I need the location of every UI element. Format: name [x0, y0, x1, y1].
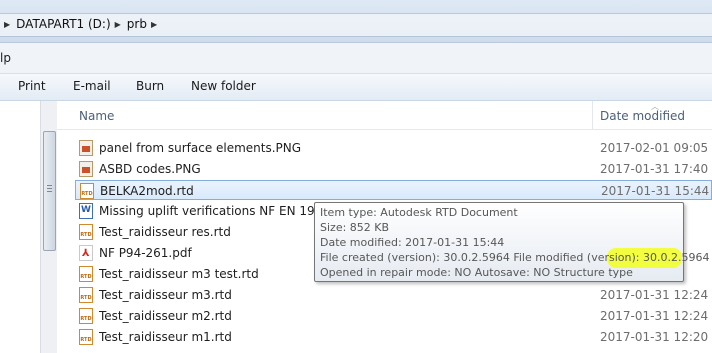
- grip-line: [47, 188, 52, 189]
- file-row[interactable]: RTD Test_raidisseur m1.rtd 2017-01-31 12:2…: [75, 327, 712, 347]
- file-date-modified: 2017-01-31 12:24: [600, 309, 709, 323]
- word-document-icon: W: [79, 203, 93, 219]
- rtd-file-icon: RTD: [79, 329, 93, 345]
- breadcrumb-folder[interactable]: prb: [127, 17, 147, 31]
- print-button[interactable]: Print: [18, 79, 46, 93]
- file-name: panel from surface elements.PNG: [99, 141, 302, 155]
- rtd-file-icon: RTD: [79, 308, 93, 324]
- burn-button[interactable]: Burn: [136, 79, 164, 93]
- rtd-file-icon: RTD: [79, 266, 93, 282]
- grip-line: [47, 191, 52, 192]
- tooltip-item-type: Item type: Autodesk RTD Document: [320, 206, 518, 219]
- breadcrumb-drive[interactable]: DATAPART1 (D:): [16, 17, 110, 31]
- tooltip-repair-mode: Opened in repair mode: NO Autosave: NO S…: [320, 266, 633, 279]
- file-name: NF P94-261.pdf: [99, 246, 192, 260]
- file-name: BELKA2mod.rtd: [100, 184, 194, 198]
- breadcrumb: ▶ DATAPART1 (D:) ▶ prb ▶: [0, 13, 163, 35]
- pdf-file-icon: ⅄: [79, 245, 93, 261]
- file-name: Test_raidisseur m1.rtd: [99, 330, 232, 344]
- column-date-modified[interactable]: Date modified: [600, 109, 685, 123]
- tooltip-versions: File created (version): 30.0.2.5964 File…: [320, 251, 710, 264]
- toolbar: Print E-mail Burn New folder: [0, 74, 712, 101]
- column-divider[interactable]: [592, 101, 593, 129]
- tooltip-date-modified: Date modified: 2017-01-31 15:44: [320, 236, 505, 249]
- file-date-modified: 2017-01-31 12:20: [600, 330, 709, 344]
- file-row[interactable]: RTD Test_raidisseur m3.rtd 2017-01-31 12:2…: [75, 285, 712, 305]
- file-date-modified: 2017-01-31 17:40: [600, 162, 709, 176]
- file-name: Test_raidisseur m3.rtd: [99, 288, 232, 302]
- rtd-file-icon: RTD: [79, 287, 93, 303]
- column-header: Name ︿ Date modified: [57, 101, 712, 130]
- png-image-icon: [79, 161, 93, 177]
- menu-item-help[interactable]: lp: [0, 51, 11, 65]
- file-date-modified: 2017-01-31 12:24: [600, 288, 709, 302]
- file-name: Test_raidisseur res.rtd: [99, 225, 231, 239]
- address-bar: ▶ DATAPART1 (D:) ▶ prb ▶: [0, 0, 712, 43]
- new-folder-button[interactable]: New folder: [191, 79, 256, 93]
- chevron-right-icon[interactable]: ▶: [4, 20, 10, 29]
- column-name[interactable]: Name: [79, 109, 114, 123]
- rtd-file-icon: RTD: [79, 224, 93, 240]
- rtd-file-icon: RTD: [80, 183, 94, 199]
- scrollbar-thumb[interactable]: [43, 131, 56, 251]
- file-date-modified: 2017-02-01 09:05: [600, 141, 709, 155]
- chevron-right-icon[interactable]: ▶: [115, 20, 121, 29]
- menu-bar: lp: [0, 43, 712, 74]
- png-image-icon: [79, 140, 93, 156]
- file-row[interactable]: panel from surface elements.PNG 2017-02-0…: [75, 138, 712, 158]
- file-name: Missing uplift verifications NF EN 1992-…: [99, 204, 347, 218]
- file-name: ASBD codes.PNG: [99, 162, 201, 176]
- file-row[interactable]: ASBD codes.PNG 2017-01-31 17:40: [75, 159, 712, 179]
- file-date-modified: 2017-01-31 15:44: [601, 184, 710, 198]
- file-name: Test_raidisseur m3 test.rtd: [99, 267, 259, 281]
- tooltip-size: Size: 852 KB: [320, 221, 390, 234]
- file-row[interactable]: RTD Test_raidisseur m2.rtd 2017-01-31 12:2…: [75, 306, 712, 326]
- file-info-tooltip: Item type: Autodesk RTD Document Size: 8…: [314, 202, 709, 282]
- file-row[interactable]: RTD BELKA2mod.rtd 2017-01-31 15:44: [75, 180, 712, 200]
- file-name: Test_raidisseur m2.rtd: [99, 309, 232, 323]
- grip-line: [47, 185, 52, 186]
- navigation-pane[interactable]: [0, 101, 40, 353]
- nav-scrollbar[interactable]: [40, 101, 58, 353]
- chevron-right-icon[interactable]: ▶: [151, 20, 157, 29]
- email-button[interactable]: E-mail: [73, 79, 111, 93]
